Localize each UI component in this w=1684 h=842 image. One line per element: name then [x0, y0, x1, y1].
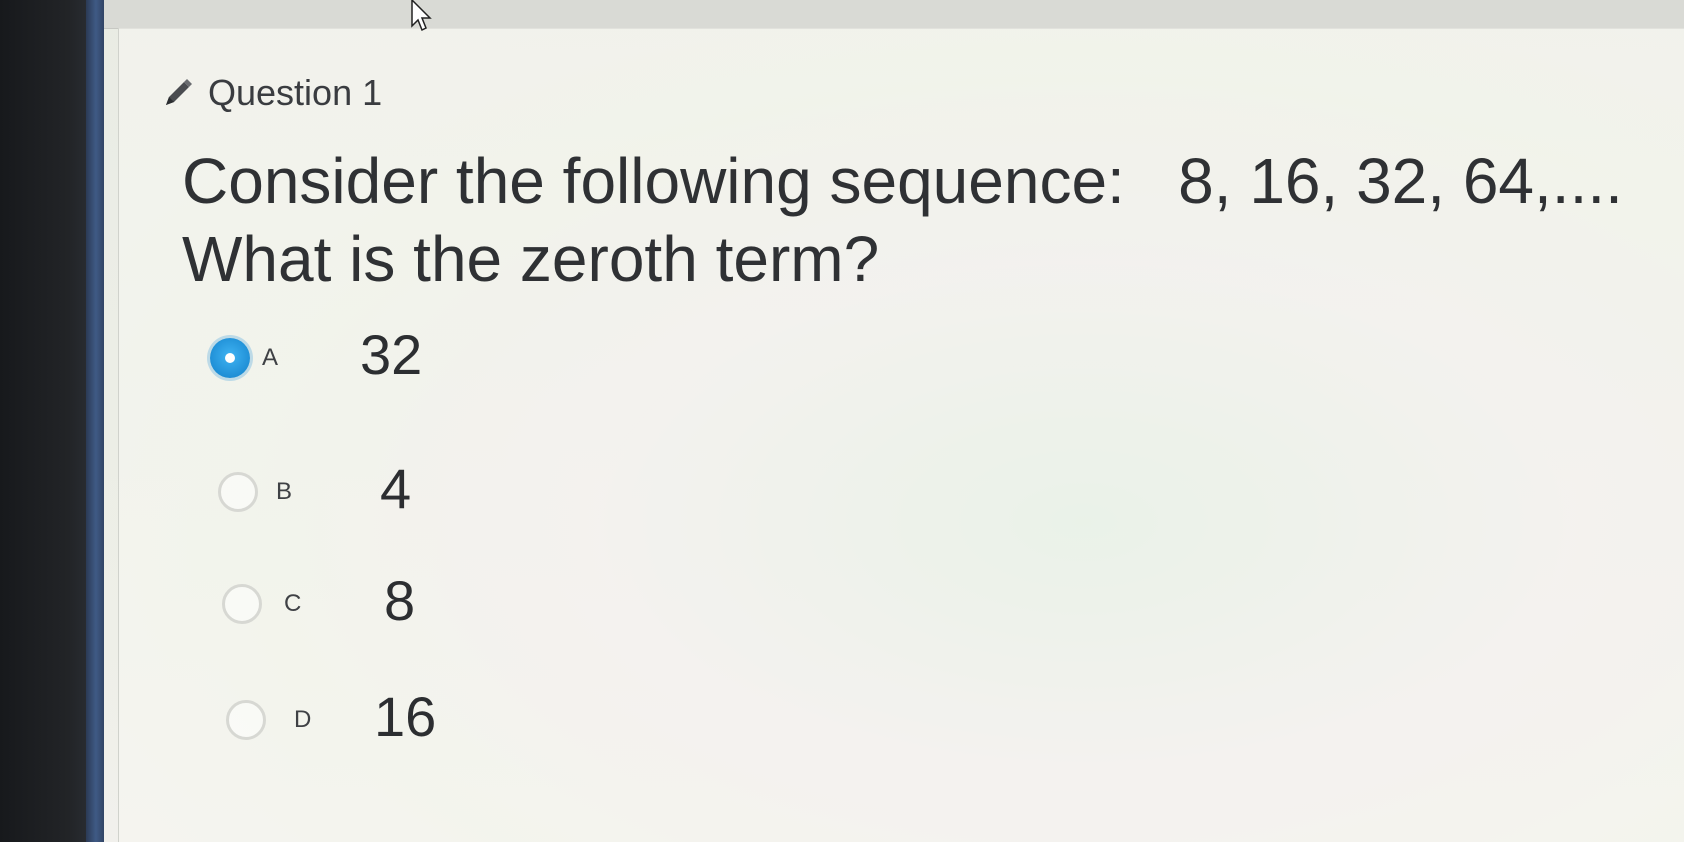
question-title: Question 1: [208, 72, 383, 113]
option-value: 4: [380, 457, 412, 520]
pencil-icon: [166, 79, 192, 105]
option-b[interactable]: B 4: [218, 457, 411, 520]
radio-button-selected[interactable]: [210, 338, 250, 378]
option-letter: A: [262, 344, 279, 371]
option-value: 16: [374, 685, 437, 748]
option-a[interactable]: A 32: [210, 323, 422, 386]
top-toolbar-strip: [104, 0, 1684, 29]
monitor-bezel: [0, 0, 98, 842]
radio-button[interactable]: [226, 700, 266, 740]
radio-button[interactable]: [222, 584, 262, 624]
prompt-line-1: Consider the following sequence: 8, 16, …: [182, 145, 1623, 217]
option-letter: C: [284, 590, 302, 617]
prompt-line-2: What is the zeroth term?: [182, 223, 880, 295]
mouse-cursor-icon: [411, 0, 432, 32]
option-d[interactable]: D 16: [226, 685, 436, 748]
question-header: Question 1: [160, 72, 382, 114]
option-letter: B: [276, 478, 293, 505]
option-letter: D: [294, 706, 312, 733]
option-value: 32: [360, 323, 423, 386]
option-c[interactable]: C 8: [222, 569, 415, 632]
option-value: 8: [384, 569, 416, 632]
question-prompt: Consider the following sequence: 8, 16, …: [182, 142, 1623, 298]
radio-button[interactable]: [218, 472, 258, 512]
